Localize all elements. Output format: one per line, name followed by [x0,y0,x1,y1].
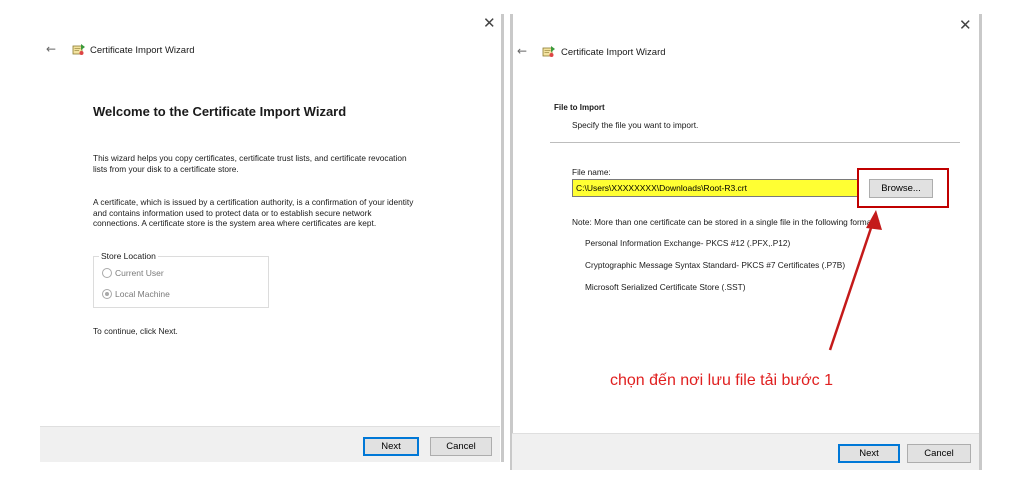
annotation-arrow [828,210,882,351]
annotation-text: chọn đến nơi lưu file tải bước 1 [610,372,833,389]
